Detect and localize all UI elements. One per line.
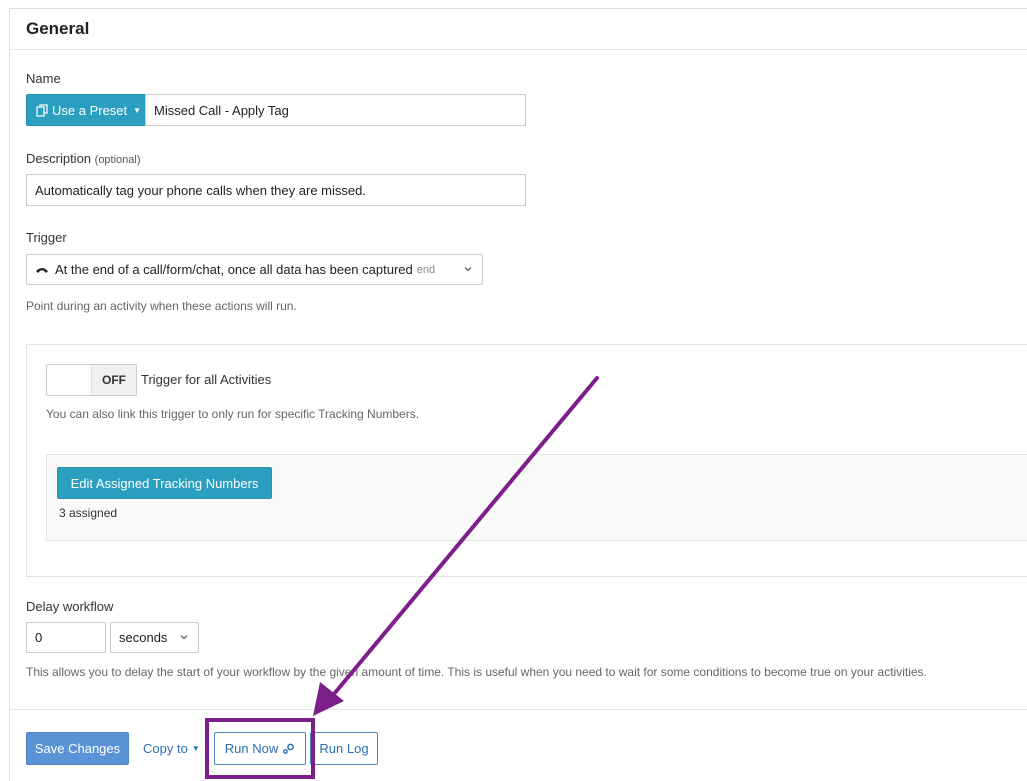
trigger-help: Point during an activity when these acti…	[26, 299, 297, 313]
delay-unit: seconds	[119, 630, 168, 645]
edit-tracking-numbers-button[interactable]: Edit Assigned Tracking Numbers	[57, 467, 272, 499]
optional-tag: (optional)	[94, 154, 141, 166]
delay-label: Delay workflow	[26, 599, 114, 614]
delay-value: 0	[35, 630, 43, 645]
copy-to-button[interactable]: Copy to ▼	[143, 741, 200, 756]
description-input-value: Automatically tag your phone calls when …	[35, 182, 366, 198]
delay-unit-select[interactable]: seconds	[110, 622, 199, 653]
run-now-button[interactable]: Run Now	[214, 732, 306, 765]
trigger-all-label: Trigger for all Activities	[141, 372, 272, 387]
gears-icon	[283, 743, 295, 754]
description-input[interactable]: Automatically tag your phone calls when …	[26, 174, 526, 206]
panel-title: General	[26, 19, 90, 38]
trigger-all-toggle[interactable]: OFF	[46, 364, 137, 396]
copy-to-label: Copy to	[143, 741, 188, 756]
name-label: Name	[26, 71, 61, 86]
trigger-label: Trigger	[26, 230, 67, 245]
trigger-selected-text: At the end of a call/form/chat, once all…	[55, 262, 413, 277]
chevron-down-icon	[180, 635, 188, 640]
run-log-button[interactable]: Run Log	[310, 732, 378, 765]
save-changes-button[interactable]: Save Changes	[26, 732, 129, 765]
use-preset-button[interactable]: Use a Preset ▼	[26, 94, 146, 126]
trigger-select[interactable]: At the end of a call/form/chat, once all…	[26, 254, 483, 285]
panel-header: General	[9, 9, 1027, 50]
name-input-value: Missed Call - Apply Tag	[154, 102, 289, 118]
chevron-down-icon	[464, 267, 472, 272]
phone-hangup-icon	[36, 267, 48, 273]
description-label: Description (optional)	[26, 151, 141, 166]
use-preset-label: Use a Preset	[52, 102, 128, 118]
caret-down-icon: ▼	[133, 105, 142, 115]
trigger-all-help: You can also link this trigger to only r…	[46, 407, 420, 421]
description-label-text: Description	[26, 151, 92, 166]
delay-help: This allows you to delay the start of yo…	[26, 665, 927, 679]
assigned-count: 3 assigned	[59, 506, 118, 520]
trigger-selected-code: end	[416, 263, 436, 276]
name-input[interactable]: Missed Call - Apply Tag	[145, 94, 526, 126]
run-now-label: Run Now	[224, 741, 279, 756]
caret-down-icon: ▼	[191, 744, 200, 753]
panel-left-border	[9, 8, 10, 781]
footer-divider	[9, 709, 1027, 710]
toggle-state: OFF	[91, 365, 136, 395]
copy-icon	[36, 103, 48, 117]
delay-value-input[interactable]: 0	[26, 622, 106, 653]
